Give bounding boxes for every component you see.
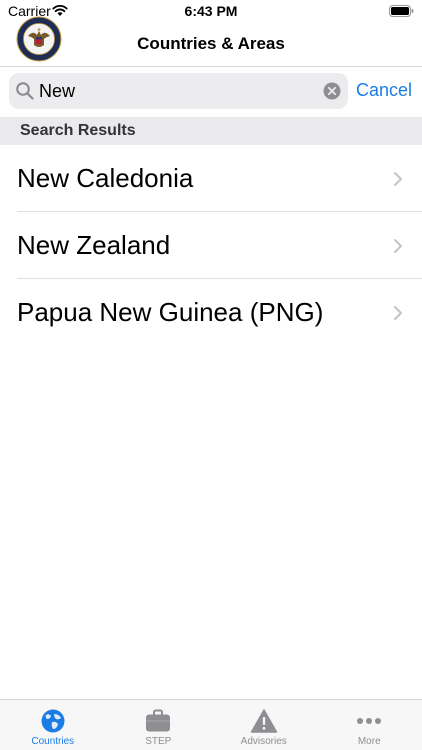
tab-label: More	[357, 736, 381, 747]
tab-label: Countries	[31, 736, 75, 747]
chevron-right-icon	[394, 239, 402, 253]
list-item[interactable]: New Zealand	[0, 212, 422, 279]
list-item-label: New Zealand	[17, 230, 171, 260]
more-icon	[357, 718, 382, 724]
warning-icon	[250, 709, 277, 733]
tab-bar: Countries STEP Advisories More	[0, 699, 422, 750]
tab-advisories[interactable]: Advisories	[211, 700, 317, 750]
tab-label: Advisories	[240, 736, 287, 747]
chevron-right-icon	[394, 172, 402, 186]
list-item[interactable]: Papua New Guinea (PNG)	[0, 279, 422, 346]
cancel-button[interactable]: Cancel	[356, 80, 412, 101]
navigation-bar: Countries & Areas	[0, 16, 422, 66]
tab-step[interactable]: STEP	[106, 700, 212, 750]
chevron-right-icon	[394, 306, 402, 320]
clear-search-icon[interactable]	[323, 82, 341, 100]
section-header-label: Search Results	[20, 122, 136, 139]
briefcase-icon	[146, 709, 171, 732]
section-header: Search Results	[0, 117, 422, 145]
status-bar: Carrier 6:43 PM	[0, 0, 422, 22]
page-title: Countries & Areas	[137, 34, 285, 53]
battery-icon	[389, 5, 414, 17]
list-item-label: Papua New Guinea (PNG)	[17, 297, 324, 327]
list-item-label: New Caledonia	[17, 163, 194, 193]
search-input[interactable]	[39, 78, 324, 104]
tab-countries[interactable]: Countries	[0, 700, 106, 750]
results-list: New Caledonia New Zealand Papua New Guin…	[0, 145, 422, 346]
tab-more[interactable]: More	[317, 700, 422, 750]
nav-divider	[0, 66, 422, 67]
tab-label: STEP	[145, 736, 172, 747]
globe-icon	[41, 709, 65, 733]
list-item[interactable]: New Caledonia	[0, 145, 422, 212]
search-icon	[16, 82, 34, 100]
search-bar[interactable]	[9, 73, 348, 109]
status-time: 6:43 PM	[184, 3, 238, 19]
